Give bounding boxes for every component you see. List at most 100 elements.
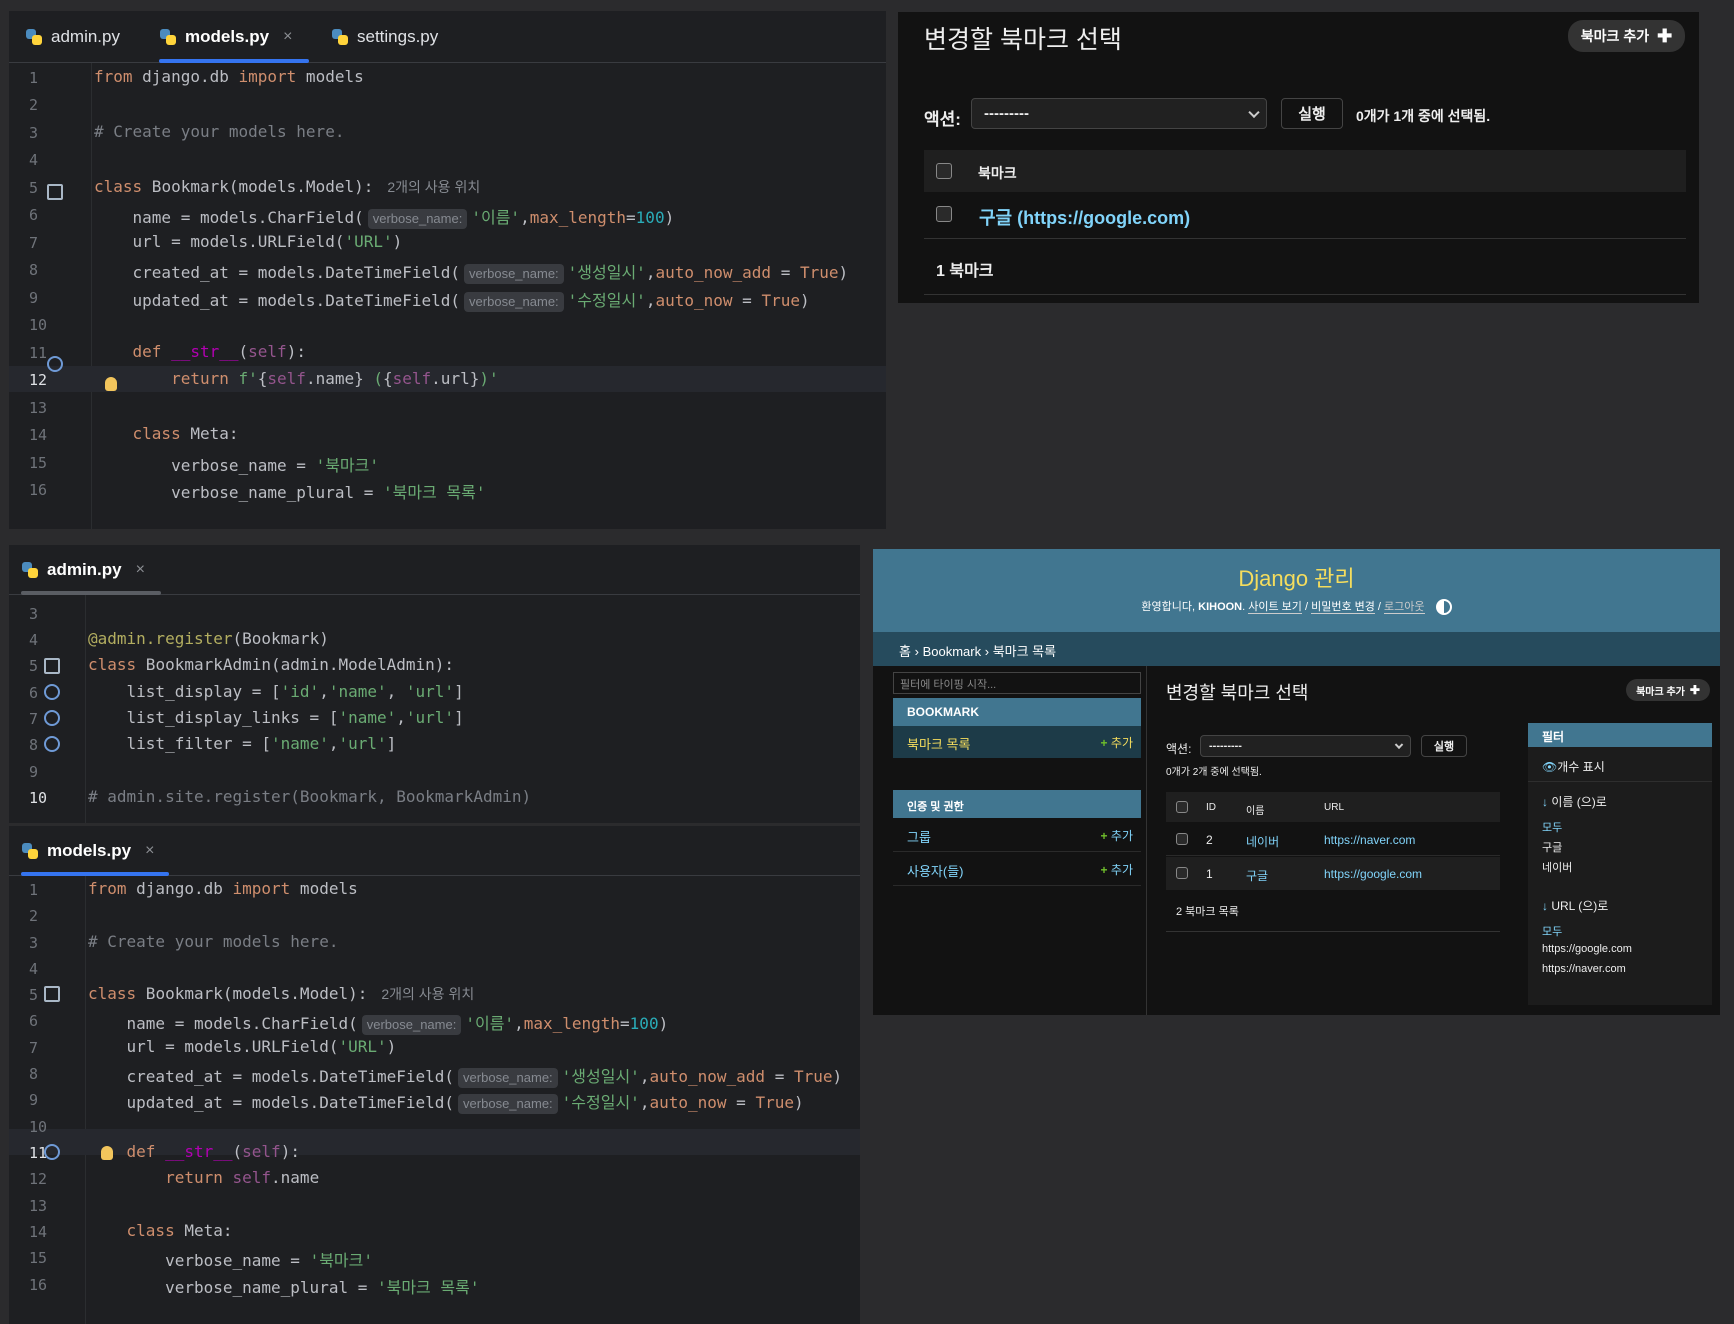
- filter-by-name-title: ↓ 이름 (으)로: [1542, 795, 1607, 809]
- class-hierarchy-icon[interactable]: [44, 658, 60, 674]
- sidebar-add-link[interactable]: + 추가: [1101, 734, 1133, 751]
- override-method-icon[interactable]: [44, 1144, 60, 1160]
- column-header-url[interactable]: URL: [1324, 802, 1344, 813]
- page-title: 변경할 북마크 선택: [1166, 683, 1309, 703]
- line-number: 4: [29, 960, 39, 978]
- row-checkbox[interactable]: [936, 206, 952, 222]
- tab-admin-py[interactable]: admin.py ×: [21, 545, 161, 595]
- override-field-icon[interactable]: [44, 736, 60, 752]
- filter-option[interactable]: https://naver.com: [1542, 963, 1626, 975]
- filter-option-all[interactable]: 모두: [1542, 819, 1562, 835]
- filter-option[interactable]: https://google.com: [1542, 943, 1632, 955]
- filter-panel: 필터 👁개수 표시 ↓ 이름 (으)로 모두 구글 네이버 ↓ URL (으)로…: [1528, 723, 1712, 1005]
- breadcrumb-app[interactable]: Bookmark: [923, 644, 982, 659]
- sidebar-item-label[interactable]: 그룹: [907, 827, 931, 846]
- select-all-checkbox[interactable]: [1176, 801, 1188, 813]
- class-hierarchy-icon[interactable]: [47, 184, 63, 200]
- usage-hint[interactable]: 2개의 사용 위치: [387, 179, 480, 195]
- code-area[interactable]: 1 2 3 4 5 6 7 8 9 10 11 12 13 14 15 16 f…: [9, 876, 860, 1324]
- row-checkbox[interactable]: [1176, 833, 1188, 845]
- line-number: 1: [29, 69, 39, 87]
- footer-divider: [1166, 931, 1500, 932]
- close-tab-icon[interactable]: ×: [136, 561, 145, 579]
- result-count: 2 북마크 목록: [1176, 906, 1239, 918]
- row-divider: [924, 238, 1686, 239]
- filter-option[interactable]: 네이버: [1542, 859, 1572, 875]
- python-file-icon: [331, 28, 349, 46]
- arrow-down-icon: ↓: [1542, 899, 1548, 913]
- theme-toggle-icon[interactable]: [1435, 599, 1452, 616]
- footer-divider: [924, 294, 1686, 295]
- site-title[interactable]: Django 관리: [873, 561, 1720, 593]
- add-bookmark-button[interactable]: 북마크 추가 ✚: [1626, 679, 1710, 701]
- row-name-link[interactable]: 네이버: [1246, 833, 1279, 850]
- row-checkbox[interactable]: [1176, 867, 1188, 879]
- filter-option-all[interactable]: 모두: [1542, 923, 1562, 939]
- column-header-id[interactable]: ID: [1206, 802, 1216, 813]
- line-number: 7: [29, 234, 39, 252]
- selection-counter: 0개가 2개 중에 선택됨.: [1166, 767, 1262, 778]
- tab-settings-py[interactable]: settings.py: [331, 11, 438, 63]
- line-number: 2: [29, 907, 39, 925]
- usage-hint[interactable]: 2개의 사용 위치: [381, 986, 474, 1002]
- sidebar-item-groups[interactable]: 그룹 + 추가: [893, 818, 1141, 852]
- line-number: 3: [29, 934, 39, 952]
- change-password-link[interactable]: 비밀번호 변경: [1311, 601, 1375, 614]
- action-select[interactable]: ---------: [1200, 735, 1411, 757]
- nav-sidebar: 필터에 타이핑 시작... BOOKMARK 북마크 목록 + 추가 인증 및 …: [873, 666, 1147, 1015]
- chevron-down-icon: [1394, 740, 1404, 750]
- code-area[interactable]: 1 2 3 4 5 6 7 8 9 10 11 12 13 14 15 16 f…: [9, 63, 886, 529]
- go-button[interactable]: 실행: [1421, 735, 1467, 757]
- sidebar-filter-input[interactable]: 필터에 타이핑 시작...: [893, 672, 1141, 694]
- sidebar-item-bookmark-list[interactable]: 북마크 목록 + 추가: [893, 726, 1141, 758]
- tab-models-py[interactable]: models.py ×: [159, 11, 309, 63]
- editor-tab-bar: admin.py models.py × settings.py: [9, 11, 886, 63]
- add-bookmark-button[interactable]: 북마크 추가 ✚: [1568, 20, 1685, 52]
- column-header-bookmark[interactable]: 북마크: [978, 163, 1017, 183]
- code-area[interactable]: 3 4 5 6 7 8 9 10 @admin.register(Bookmar…: [9, 595, 860, 823]
- sidebar-add-link[interactable]: + 추가: [1101, 861, 1133, 878]
- line-number: 6: [29, 206, 39, 224]
- sidebar-item-label[interactable]: 북마크 목록: [907, 734, 970, 753]
- admin-header: Django 관리 환영합니다, KIHOON. 사이트 보기 / 비밀번호 변…: [873, 549, 1720, 632]
- column-header-name[interactable]: 이름: [1246, 802, 1264, 817]
- override-method-icon[interactable]: [47, 356, 63, 372]
- line-number: 16: [29, 481, 48, 499]
- override-field-icon[interactable]: [44, 684, 60, 700]
- select-all-checkbox[interactable]: [936, 163, 952, 179]
- param-hint: verbose_name:: [367, 209, 468, 229]
- show-counts-toggle[interactable]: 👁개수 표시: [1542, 758, 1605, 775]
- param-hint: verbose_name:: [464, 292, 564, 312]
- action-select[interactable]: ---------: [971, 98, 1267, 129]
- filter-option[interactable]: 구글: [1542, 839, 1562, 855]
- row-url-link[interactable]: https://naver.com: [1324, 833, 1415, 847]
- go-button[interactable]: 실행: [1281, 98, 1343, 129]
- selection-counter: 0개가 1개 중에 선택됨.: [1356, 108, 1491, 124]
- view-site-link[interactable]: 사이트 보기: [1248, 601, 1302, 614]
- close-tab-icon[interactable]: ×: [283, 28, 292, 46]
- python-file-icon: [21, 842, 39, 860]
- tab-models-py[interactable]: models.py ×: [21, 826, 169, 876]
- line-number: 4: [29, 151, 39, 169]
- page-title: 변경할 북마크 선택: [924, 26, 1122, 54]
- breadcrumb-home[interactable]: 홈: [899, 644, 911, 659]
- close-tab-icon[interactable]: ×: [145, 842, 154, 860]
- logout-link[interactable]: 로그아웃: [1384, 601, 1425, 614]
- app-header-auth[interactable]: 인증 및 권한: [893, 790, 1141, 818]
- row-name-link[interactable]: 구글: [1246, 867, 1268, 884]
- line-number: 4: [29, 631, 39, 649]
- line-number: 12: [29, 371, 48, 389]
- breadcrumb: 홈 › Bookmark › 북마크 목록: [873, 632, 1720, 666]
- line-number: 1: [29, 881, 39, 899]
- class-hierarchy-icon[interactable]: [44, 986, 60, 1002]
- sidebar-item-label[interactable]: 사용자(들): [907, 861, 964, 880]
- tab-admin-py[interactable]: admin.py: [25, 11, 120, 63]
- app-header-bookmark[interactable]: BOOKMARK: [893, 698, 1141, 726]
- override-field-icon[interactable]: [44, 710, 60, 726]
- bookmark-row-link[interactable]: 구글 (https://google.com): [979, 204, 1190, 230]
- row-url-link[interactable]: https://google.com: [1324, 867, 1422, 881]
- sidebar-item-users[interactable]: 사용자(들) + 추가: [893, 852, 1141, 886]
- line-number: 9: [29, 289, 39, 307]
- sidebar-add-link[interactable]: + 추가: [1101, 827, 1133, 844]
- table-row: 2 네이버 https://naver.com: [1166, 823, 1500, 856]
